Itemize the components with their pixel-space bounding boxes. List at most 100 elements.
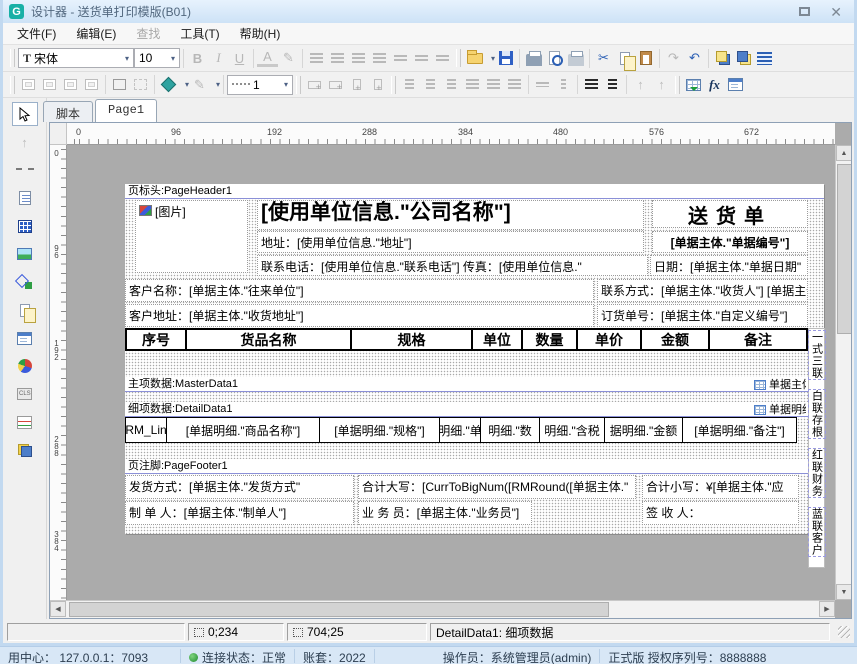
total-amount-field[interactable]: 合计小写：¥[单据主体."应 [642, 475, 799, 499]
toolbar-grip[interactable] [391, 76, 396, 94]
subreport-tool[interactable] [12, 298, 38, 322]
border-all-button[interactable] [18, 74, 39, 95]
band-tool[interactable] [12, 158, 38, 182]
font-name-combo[interactable]: T 宋体 ▾ [18, 48, 134, 68]
tab-script[interactable]: 脚本 [43, 101, 93, 122]
horizontal-scroll-thumb[interactable] [69, 602, 609, 617]
italic-button[interactable]: I [208, 48, 229, 69]
align-left-button[interactable] [306, 48, 327, 69]
send-to-back-button[interactable] [733, 48, 754, 69]
customer-address-field[interactable]: 客户地址：[单据主体."收货地址"] [125, 304, 594, 327]
insert-row-below-button[interactable] [325, 74, 346, 95]
date-field[interactable]: 日期：[单据主体."单据日期" [650, 255, 808, 276]
table-header-cell[interactable]: 单位 [471, 330, 521, 349]
expression-editor-button[interactable]: fx [704, 74, 725, 95]
align-right-button[interactable] [348, 48, 369, 69]
detail-cell[interactable]: RM_Lin [126, 418, 166, 442]
close-icon[interactable]: ✕ [830, 7, 842, 17]
resize-grip[interactable] [838, 626, 850, 638]
frame-tool[interactable] [12, 326, 38, 350]
undo-button[interactable]: ↶ [684, 48, 705, 69]
valign-bottom-button[interactable] [432, 48, 453, 69]
line-color-dropdown[interactable]: ▾ [210, 74, 220, 95]
align-bottoms-button[interactable] [504, 74, 525, 95]
phone-fax-field[interactable]: 联系电话：[使用单位信息."联系电话"] 传真：[使用单位信息." [257, 255, 648, 276]
copies-strip[interactable]: 一式三联 白联存根 红联财务 蓝联客户 [808, 328, 825, 568]
order-no-field[interactable]: 订货单号：[单据主体."自定义编号"] [597, 304, 808, 327]
size-to-grid-button[interactable] [581, 74, 602, 95]
ole-tool[interactable] [12, 382, 38, 406]
receiver-field[interactable]: 签 收 人： [642, 501, 799, 525]
bold-button[interactable]: B [187, 48, 208, 69]
print-button[interactable] [523, 48, 544, 69]
image-tool[interactable] [12, 242, 38, 266]
align-rights-button[interactable] [441, 74, 462, 95]
table-header-cell[interactable]: 金额 [640, 330, 708, 349]
toolbar-grip[interactable] [10, 76, 15, 94]
same-width-button[interactable] [532, 74, 553, 95]
vertical-scroll-thumb[interactable] [837, 164, 852, 334]
select-tool[interactable] [12, 102, 38, 126]
maker-field[interactable]: 制 单 人：[单据主体."制单人"] [125, 501, 354, 525]
label-tool[interactable] [12, 186, 38, 210]
menu-help[interactable]: 帮助(H) [230, 22, 291, 45]
equal-spacing-button[interactable] [602, 74, 623, 95]
table-header-cell[interactable]: 备注 [708, 330, 806, 349]
field-box-tool[interactable] [12, 214, 38, 238]
bring-to-front-button[interactable] [712, 48, 733, 69]
detail-cell[interactable]: 明细."单 [439, 418, 480, 442]
align-center-button[interactable] [327, 48, 348, 69]
print-preview-button[interactable] [544, 48, 565, 69]
toolbar-grip[interactable] [296, 76, 301, 94]
company-name-field[interactable]: [使用单位信息."公司名称"] [257, 200, 644, 230]
border-box-button[interactable] [109, 74, 130, 95]
align-lefts-button[interactable] [399, 74, 420, 95]
title-bar[interactable]: G 设计器 - 送货单打印模版(B01) ✕ [3, 0, 854, 23]
border-outer-button[interactable] [39, 74, 60, 95]
align-centers-button[interactable] [420, 74, 441, 95]
band-pageheader[interactable]: 页标头:PageHeader1 [125, 184, 824, 199]
detail-cell[interactable]: 明细."含税 [539, 418, 604, 442]
band-masterdata[interactable]: 主项数据:MasterData1 单据主体 [125, 377, 824, 392]
underline-button[interactable]: U [229, 48, 250, 69]
open-dropdown[interactable]: ▾ [485, 48, 495, 69]
table-header-row[interactable]: 序号 货品名称 规格 单位 数量 单价 金额 备注 [125, 328, 808, 351]
vertical-scrollbar[interactable]: ▲ ▼ [835, 145, 852, 600]
menu-tools[interactable]: 工具(T) [170, 22, 229, 45]
valign-top-button[interactable] [390, 48, 411, 69]
barcode-tool[interactable] [12, 410, 38, 434]
same-height-button[interactable] [553, 74, 574, 95]
salesman-field[interactable]: 业 务 员：[单据主体."业务员"] [358, 501, 532, 525]
font-size-combo[interactable]: 10 ▾ [134, 48, 180, 68]
detail-cell[interactable]: 明细."数 [480, 418, 539, 442]
detail-cell[interactable]: 据明细."金额 [604, 418, 682, 442]
address-field[interactable]: 地址：[使用单位信息."地址"] [257, 231, 644, 253]
copies-strip-segment[interactable]: 红联财务 [808, 448, 826, 498]
properties-button[interactable] [725, 74, 746, 95]
toolbar-grip[interactable] [675, 76, 680, 94]
contact-field[interactable]: 联系方式：[单据主体."收货人"] [单据主体."收货人电 [597, 279, 808, 302]
border-vertical-button[interactable] [81, 74, 102, 95]
insert-column-right-button[interactable] [367, 74, 388, 95]
border-horizontal-button[interactable] [60, 74, 81, 95]
detail-row[interactable]: RM_Lin [单据明细."商品名称"] [单据明细."规格"] 明细."单 明… [125, 417, 797, 443]
doc-no-field[interactable]: [单据主体."单据编号"] [652, 231, 808, 253]
align-justify-button[interactable] [369, 48, 390, 69]
text-block-button[interactable] [754, 48, 775, 69]
table-header-cell[interactable]: 单价 [576, 330, 640, 349]
copies-strip-segment[interactable]: 一式三联 [808, 330, 826, 380]
data-grid-dropdown-button[interactable] [683, 74, 704, 95]
rotate-left-button[interactable]: ↑ [630, 74, 651, 95]
menu-edit[interactable]: 编辑(E) [66, 22, 126, 45]
hand-tool[interactable]: ↑ [12, 130, 38, 154]
table-header-cell[interactable]: 序号 [127, 330, 185, 349]
valign-middle-button[interactable] [411, 48, 432, 69]
open-button[interactable] [464, 48, 485, 69]
toolbar-grip[interactable] [456, 49, 461, 67]
copy-button[interactable] [614, 48, 635, 69]
font-color-button[interactable]: A [257, 49, 278, 67]
masterdata-source-badge[interactable]: 单据主体 [754, 378, 806, 392]
highlight-pen-button[interactable]: ✎ [278, 48, 299, 69]
doc-title-field[interactable]: 送货单 [652, 200, 808, 228]
export-tool[interactable] [12, 438, 38, 462]
